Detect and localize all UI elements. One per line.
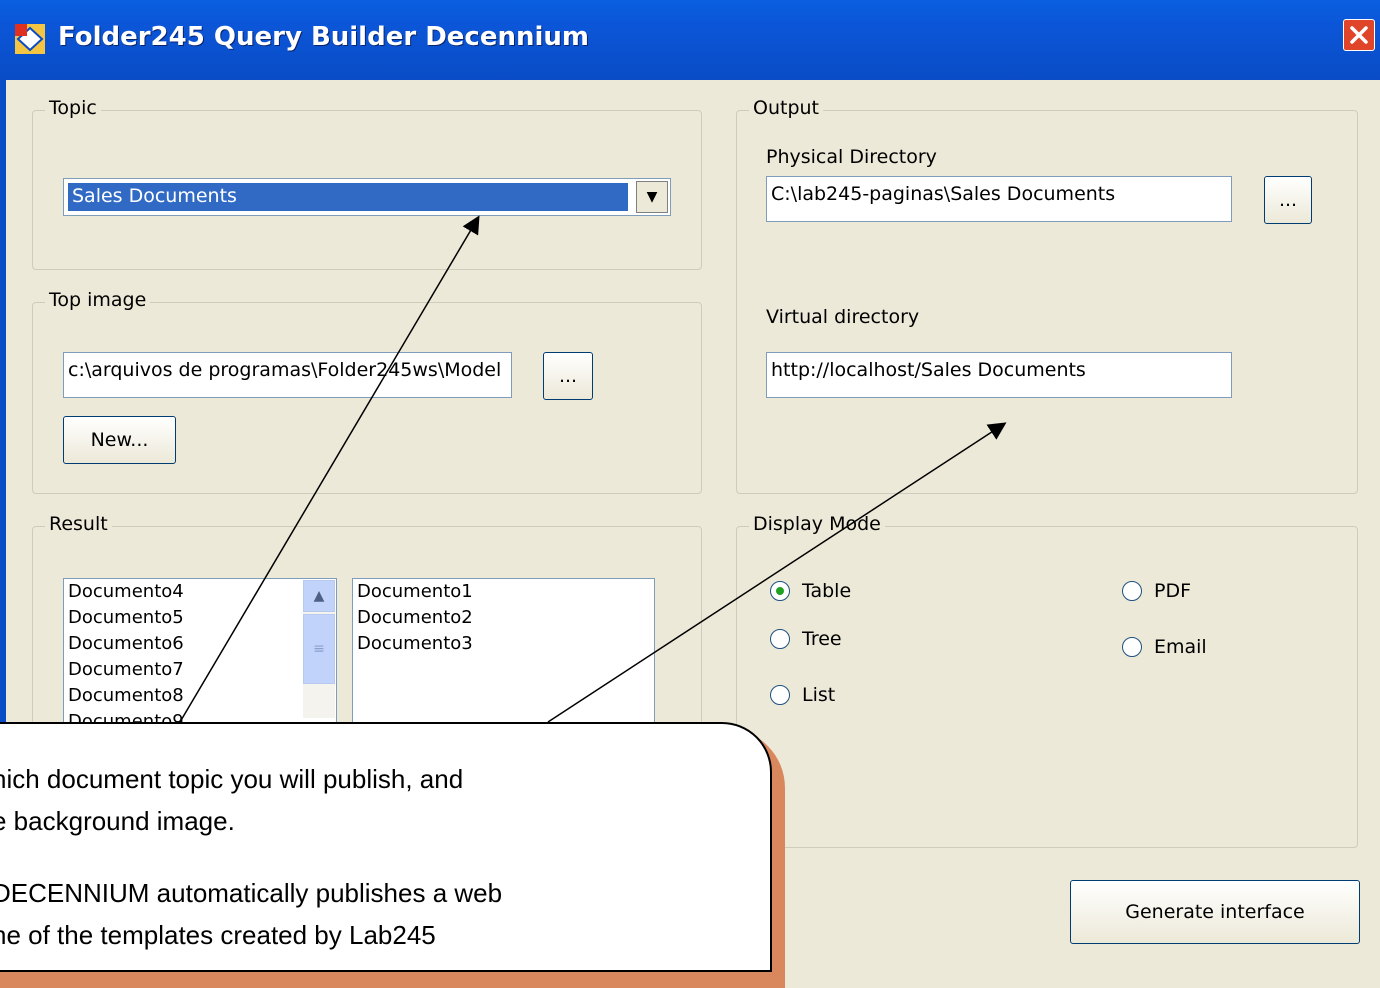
radio-label: Email bbox=[1154, 636, 1207, 658]
list-scrollbar[interactable]: ▲ ≡ bbox=[303, 580, 335, 718]
scrollbar-thumb[interactable]: ≡ bbox=[303, 614, 335, 684]
output-group-label: Output bbox=[749, 97, 823, 119]
list-item[interactable]: Documento7 bbox=[64, 657, 336, 683]
radio-email[interactable]: Email bbox=[1122, 636, 1207, 658]
topic-group-label: Topic bbox=[45, 97, 101, 119]
generate-interface-button[interactable]: Generate interface bbox=[1070, 880, 1360, 944]
radio-table[interactable]: Table bbox=[770, 580, 851, 602]
list-item[interactable]: Documento1 bbox=[353, 579, 654, 605]
radio-tree[interactable]: Tree bbox=[770, 628, 842, 650]
callout-line-3: DECENNIUM automatically publishes a web bbox=[0, 878, 503, 908]
list-item[interactable]: Documento4 bbox=[64, 579, 336, 605]
physical-directory-label: Physical Directory bbox=[766, 146, 937, 168]
list-item[interactable]: Documento3 bbox=[353, 631, 654, 657]
list-item[interactable]: Documento2 bbox=[353, 605, 654, 631]
top-image-browse-button[interactable]: ... bbox=[543, 352, 593, 400]
chevron-up-icon[interactable]: ▲ bbox=[303, 580, 335, 612]
radio-button[interactable] bbox=[770, 581, 790, 601]
radio-label: PDF bbox=[1154, 580, 1192, 602]
callout-line-1: hich document topic you will publish, an… bbox=[0, 764, 464, 794]
radio-list[interactable]: List bbox=[770, 684, 835, 706]
radio-button[interactable] bbox=[1122, 581, 1142, 601]
radio-label: List bbox=[802, 684, 836, 706]
result-group-label: Result bbox=[45, 513, 112, 535]
top-image-group: Top image bbox=[32, 289, 702, 494]
window-title: Folder245 Query Builder Decennium bbox=[58, 22, 590, 52]
radio-label: Tree bbox=[802, 628, 842, 650]
callout-line-2: e background image. bbox=[0, 806, 235, 836]
callout-line-4: ne of the templates created by Lab245 bbox=[0, 920, 436, 950]
radio-selected-dot bbox=[776, 587, 784, 595]
list-item[interactable]: Documento5 bbox=[64, 605, 336, 631]
close-button[interactable] bbox=[1343, 19, 1375, 51]
list-item[interactable]: Documento8 bbox=[64, 683, 336, 709]
radio-button[interactable] bbox=[770, 629, 790, 649]
physical-directory-browse-button[interactable]: ... bbox=[1264, 176, 1312, 224]
app-icon bbox=[15, 24, 45, 54]
radio-pdf[interactable]: PDF bbox=[1122, 580, 1191, 602]
radio-button[interactable] bbox=[770, 685, 790, 705]
physical-directory-field[interactable]: C:\lab245-paginas\Sales Documents bbox=[766, 176, 1232, 222]
top-image-group-label: Top image bbox=[45, 289, 151, 311]
top-image-path-field[interactable]: c:\arquivos de programas\Folder245ws\Mod… bbox=[63, 352, 512, 398]
chevron-down-icon[interactable]: ▼ bbox=[636, 181, 668, 213]
display-mode-group-label: Display Mode bbox=[749, 513, 885, 535]
virtual-directory-field[interactable]: http://localhost/Sales Documents bbox=[766, 352, 1232, 398]
radio-label: Table bbox=[802, 580, 852, 602]
close-icon bbox=[1350, 26, 1368, 44]
available-documents-list[interactable]: Documento4 Documento5 Documento6 Documen… bbox=[63, 578, 337, 732]
topic-combobox[interactable]: Sales Documents ▼ bbox=[63, 178, 671, 216]
virtual-directory-label: Virtual directory bbox=[766, 306, 920, 328]
new-image-button[interactable]: New... bbox=[63, 416, 176, 464]
callout-box: hich document topic you will publish, an… bbox=[0, 722, 772, 972]
selected-documents-list[interactable]: Documento1 Documento2 Documento3 bbox=[352, 578, 655, 728]
radio-button[interactable] bbox=[1122, 637, 1142, 657]
list-item[interactable]: Documento6 bbox=[64, 631, 336, 657]
title-bar: Folder245 Query Builder Decennium bbox=[0, 0, 1380, 80]
topic-selected-value: Sales Documents bbox=[67, 182, 629, 212]
